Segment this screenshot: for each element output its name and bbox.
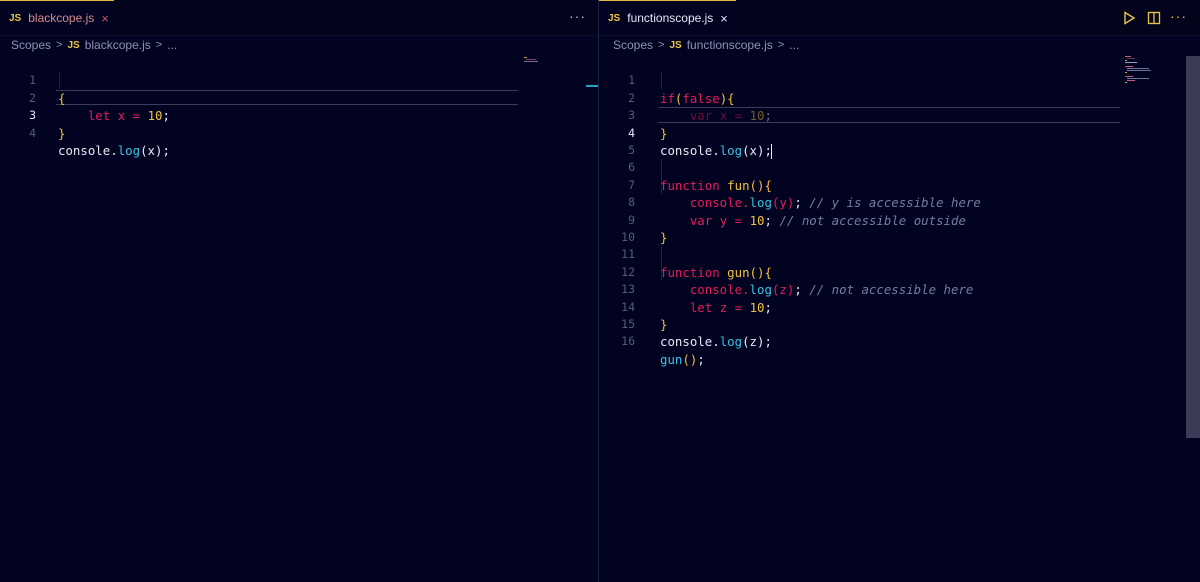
breadcrumb: Scopes > JS blackcope.js > ... <box>11 36 177 54</box>
breadcrumb-file[interactable]: functionscope.js <box>687 38 773 52</box>
code-line[interactable]: 7 console.log(y); // y is accessible her… <box>599 159 1200 210</box>
breadcrumb-folder[interactable]: Scopes <box>11 38 51 52</box>
minimap[interactable] <box>1125 55 1185 85</box>
code-line[interactable]: 8 var y = 10; // not accessible outside <box>599 177 1200 227</box>
chevron-right-icon: > <box>777 39 785 51</box>
tab-label: blackcope.js <box>28 11 95 25</box>
code-line[interactable]: 3 } <box>0 90 598 140</box>
close-icon[interactable]: × <box>101 12 109 25</box>
js-file-icon: JS <box>669 39 682 51</box>
js-file-icon: JS <box>9 12 22 24</box>
breadcrumb-symbol[interactable]: ... <box>167 38 177 52</box>
breadcrumb-file[interactable]: blackcope.js <box>85 38 151 52</box>
code-line[interactable]: 10 <box>599 212 1200 244</box>
vertical-scrollbar[interactable] <box>1186 56 1200 438</box>
code-line[interactable]: 1 if(false){ <box>599 55 1200 105</box>
code-line[interactable]: 13 let z = 10; <box>599 264 1200 314</box>
chevron-right-icon: > <box>155 39 163 51</box>
code-line[interactable]: 6 function fun(){ <box>599 142 1200 192</box>
code-line[interactable]: 4 console.log(x); <box>599 107 1200 159</box>
tab-functionscope-js[interactable]: JS functionscope.js × <box>599 0 736 35</box>
code-line[interactable]: 9 } <box>599 194 1200 245</box>
chevron-right-icon: > <box>56 39 63 51</box>
more-actions-icon[interactable]: ··· <box>569 9 586 23</box>
close-icon[interactable]: × <box>720 12 728 25</box>
js-file-icon: JS <box>67 39 80 51</box>
code-line[interactable]: 16 gun(); <box>599 316 1200 366</box>
editor-group-right: JS functionscope.js × ··· Scopes > JS fu… <box>599 0 1200 582</box>
split-editor-icon[interactable] <box>1147 11 1161 30</box>
js-file-icon: JS <box>608 12 621 24</box>
line-number: 16 <box>621 334 635 349</box>
code-line[interactable]: 12 console.log(z); // not accessible her… <box>599 246 1200 297</box>
code-line[interactable]: 11 function gun(){ <box>599 229 1200 279</box>
minimap[interactable] <box>524 56 544 64</box>
editor-group-left: JS blackcope.js × ··· Scopes > JS blackc… <box>0 0 598 582</box>
overview-ruler-mark <box>586 85 598 87</box>
tab-bar: JS functionscope.js × ··· <box>599 0 1200 36</box>
breadcrumb-symbol[interactable]: ... <box>789 38 799 52</box>
tab-label: functionscope.js <box>627 11 714 25</box>
breadcrumb: Scopes > JS functionscope.js > ... <box>613 36 799 54</box>
chevron-right-icon: > <box>658 39 665 51</box>
tab-blackcope-js[interactable]: JS blackcope.js × <box>0 0 114 35</box>
code-line[interactable]: 1 { <box>0 55 598 105</box>
code-line[interactable]: 2 let x = 10; <box>0 72 598 123</box>
code-line[interactable]: 2 var x = 10; <box>599 72 1200 123</box>
breadcrumb-folder[interactable]: Scopes <box>613 38 653 52</box>
code-line[interactable]: 3 } <box>599 90 1200 140</box>
code-line[interactable]: 14 } <box>599 281 1200 332</box>
line-number: 4 <box>29 125 36 140</box>
tab-bar: JS blackcope.js × ··· <box>0 0 598 36</box>
play-icon[interactable] <box>1122 11 1136 30</box>
code-line[interactable]: 15 console.log(z); <box>599 299 1200 349</box>
more-actions-icon[interactable]: ··· <box>1170 9 1187 23</box>
code-line[interactable]: 5 <box>599 125 1200 157</box>
code-line[interactable]: 4 console.log(x); <box>0 107 598 158</box>
